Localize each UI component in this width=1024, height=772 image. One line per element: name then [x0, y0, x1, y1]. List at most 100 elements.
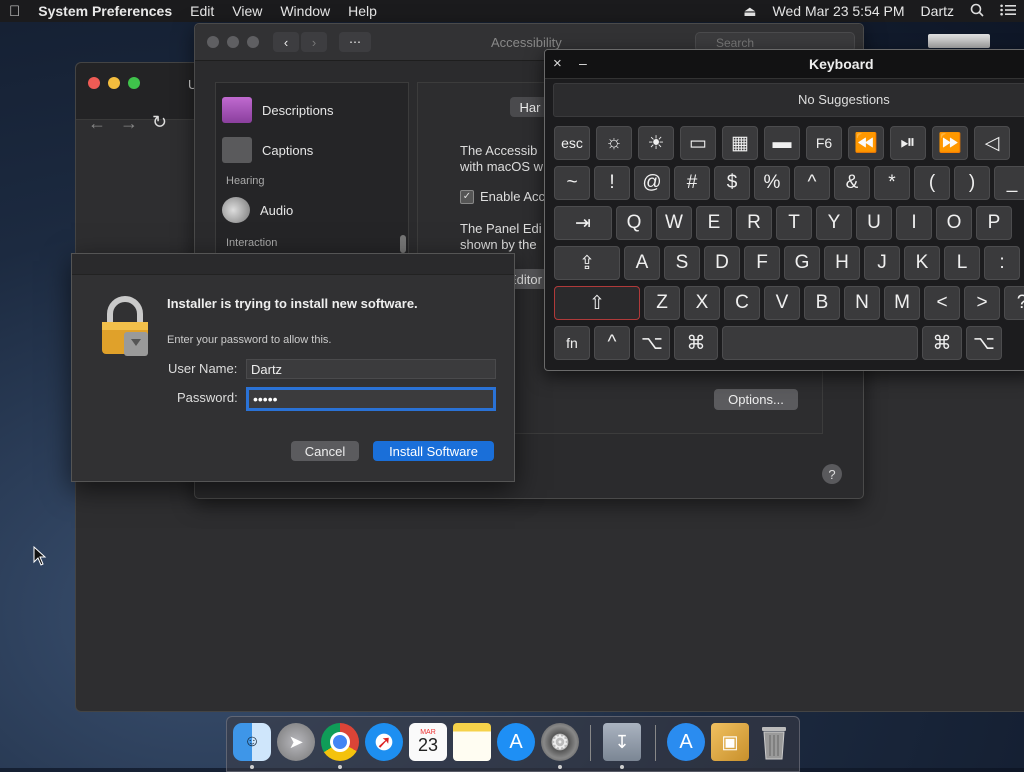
clock[interactable]: Wed Mar 23 5:54 PM — [765, 3, 913, 19]
key-m[interactable]: M — [884, 286, 920, 320]
key-&[interactable]: & — [834, 166, 870, 200]
suggestions-bar[interactable]: No Suggestions — [553, 83, 1024, 117]
key-z[interactable]: Z — [644, 286, 680, 320]
caps-lock-key[interactable]: ⇪ — [554, 246, 620, 280]
minimize-button[interactable] — [108, 77, 120, 89]
key-d[interactable]: D — [704, 246, 740, 280]
minimize-button[interactable] — [227, 36, 239, 48]
key-*[interactable]: * — [874, 166, 910, 200]
password-field[interactable]: ••••• — [246, 387, 496, 411]
sidebar-item-descriptions[interactable]: Descriptions — [222, 97, 334, 123]
key-i[interactable]: I — [896, 206, 932, 240]
function-key-10[interactable]: ◁ — [974, 126, 1010, 160]
options-button[interactable]: Options... — [714, 389, 798, 410]
trash-icon[interactable] — [755, 723, 793, 761]
key-t[interactable]: T — [776, 206, 812, 240]
key-@[interactable]: @ — [634, 166, 670, 200]
key-![interactable]: ! — [594, 166, 630, 200]
key-g[interactable]: G — [784, 246, 820, 280]
key-c[interactable]: C — [724, 286, 760, 320]
command-key[interactable]: ⌘ — [674, 326, 718, 360]
sidebar-item-audio[interactable]: Audio — [222, 197, 293, 223]
key-l[interactable]: L — [944, 246, 980, 280]
escape-key[interactable]: esc — [554, 126, 590, 160]
key-r[interactable]: R — [736, 206, 772, 240]
install-software-button[interactable]: Install Software — [373, 441, 494, 461]
apple-icon[interactable]:  — [0, 3, 29, 20]
key-<[interactable]: < — [924, 286, 960, 320]
help-button[interactable]: ? — [822, 464, 842, 484]
key-y[interactable]: Y — [816, 206, 852, 240]
function-key-3[interactable]: ▭ — [680, 126, 716, 160]
key-([interactable]: ( — [914, 166, 950, 200]
function-key-8[interactable]: ⏯ — [890, 126, 926, 160]
key-o[interactable]: O — [936, 206, 972, 240]
menu-edit[interactable]: Edit — [181, 3, 223, 19]
applications-folder-icon[interactable]: A — [667, 723, 705, 761]
function-key-4[interactable]: ▦ — [722, 126, 758, 160]
key-p[interactable]: P — [976, 206, 1012, 240]
shift-key[interactable]: ⇧ — [554, 286, 640, 320]
key-b[interactable]: B — [804, 286, 840, 320]
app-store-icon[interactable]: A — [497, 723, 535, 761]
back-arrow-icon[interactable]: ← — [88, 113, 106, 134]
username-field[interactable]: Dartz — [246, 359, 496, 379]
user-menu[interactable]: Dartz — [913, 3, 962, 19]
finder-icon[interactable]: ☺ — [233, 723, 271, 761]
forward-arrow-icon[interactable]: → — [120, 113, 138, 134]
close-button[interactable] — [207, 36, 219, 48]
key-a[interactable]: A — [624, 246, 660, 280]
key-u[interactable]: U — [856, 206, 892, 240]
installer-package-icon[interactable]: ▣ — [711, 723, 749, 761]
key-?[interactable]: ? — [1004, 286, 1024, 320]
key-~[interactable]: ~ — [554, 166, 590, 200]
key-v[interactable]: V — [764, 286, 800, 320]
menu-view[interactable]: View — [223, 3, 271, 19]
enable-checkbox-row[interactable]: ✓ Enable Acc — [460, 189, 545, 204]
key->[interactable]: > — [964, 286, 1000, 320]
key-q[interactable]: Q — [616, 206, 652, 240]
function-key-5[interactable]: ▬ — [764, 126, 800, 160]
launchpad-icon[interactable]: ➤ — [277, 723, 315, 761]
fn-key[interactable]: fn — [554, 326, 590, 360]
notification-center-icon[interactable] — [992, 3, 1024, 19]
hard-drive-icon[interactable] — [928, 34, 990, 48]
option-key[interactable]: ⌥ — [634, 326, 670, 360]
function-key-1[interactable]: ☼ — [596, 126, 632, 160]
close-button[interactable] — [88, 77, 100, 89]
chrome-icon[interactable] — [321, 723, 359, 761]
key-)[interactable]: ) — [954, 166, 990, 200]
key-$[interactable]: $ — [714, 166, 750, 200]
key-s[interactable]: S — [664, 246, 700, 280]
system-preferences-icon[interactable]: ⚙ — [541, 723, 579, 761]
downloads-folder-icon[interactable]: ↧ — [603, 723, 641, 761]
tab-key[interactable]: ⇥ — [554, 206, 612, 240]
key-%[interactable]: % — [754, 166, 790, 200]
key-j[interactable]: J — [864, 246, 900, 280]
key-n[interactable]: N — [844, 286, 880, 320]
menu-help[interactable]: Help — [339, 3, 386, 19]
menu-window[interactable]: Window — [271, 3, 339, 19]
function-key-6[interactable]: F6 — [806, 126, 842, 160]
function-key-2[interactable]: ☀ — [638, 126, 674, 160]
close-icon[interactable]: × — [553, 55, 562, 72]
minimize-icon[interactable]: – — [579, 55, 587, 71]
checkbox-checked-icon[interactable]: ✓ — [460, 189, 474, 204]
function-key-9[interactable]: ⏩ — [932, 126, 968, 160]
sidebar-scrollbar[interactable] — [400, 235, 406, 253]
key-f[interactable]: F — [744, 246, 780, 280]
search-icon[interactable] — [962, 3, 992, 20]
calendar-icon[interactable]: MAR 23 — [409, 723, 447, 761]
show-all-grid-icon[interactable]: ⋯ — [339, 32, 371, 52]
app-menu[interactable]: System Preferences — [29, 3, 181, 19]
cancel-button[interactable]: Cancel — [291, 441, 359, 461]
notes-icon[interactable] — [453, 723, 491, 761]
command-key[interactable]: ⌘ — [922, 326, 962, 360]
control-key[interactable]: ^ — [594, 326, 630, 360]
key-#[interactable]: # — [674, 166, 710, 200]
key-k[interactable]: K — [904, 246, 940, 280]
forward-button[interactable]: › — [301, 32, 327, 52]
zoom-button[interactable] — [128, 77, 140, 89]
option-key[interactable]: ⌥ — [966, 326, 1002, 360]
eject-icon[interactable]: ⏏ — [735, 3, 764, 20]
